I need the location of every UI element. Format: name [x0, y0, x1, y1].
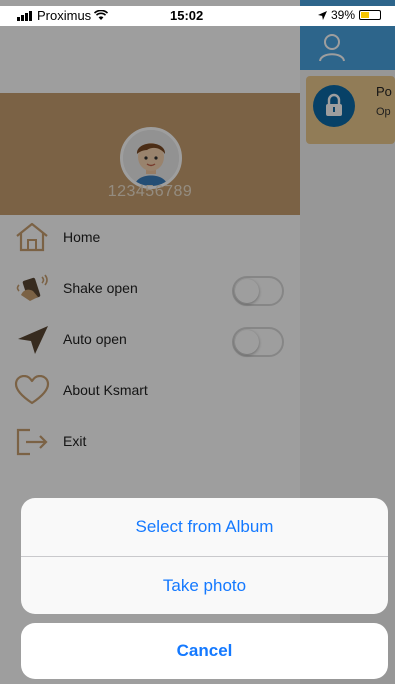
select-from-album-button[interactable]: Select from Album — [21, 498, 388, 556]
take-photo-button[interactable]: Take photo — [21, 557, 388, 614]
action-sheet-options: Select from Album Take photo — [21, 498, 388, 614]
signal-icon — [17, 10, 32, 21]
location-icon — [318, 10, 327, 20]
clock: 15:02 — [170, 8, 204, 23]
carrier: Proximus — [17, 8, 109, 23]
wifi-icon — [94, 10, 109, 20]
carrier-name: Proximus — [37, 8, 92, 23]
status-bar: Proximus 15:02 39% — [0, 6, 395, 26]
right-status: 39% — [318, 8, 382, 22]
action-sheet-cancel: Cancel — [21, 623, 388, 679]
battery-percent: 39% — [331, 8, 356, 22]
cancel-button[interactable]: Cancel — [21, 623, 388, 679]
battery-icon — [359, 10, 382, 20]
